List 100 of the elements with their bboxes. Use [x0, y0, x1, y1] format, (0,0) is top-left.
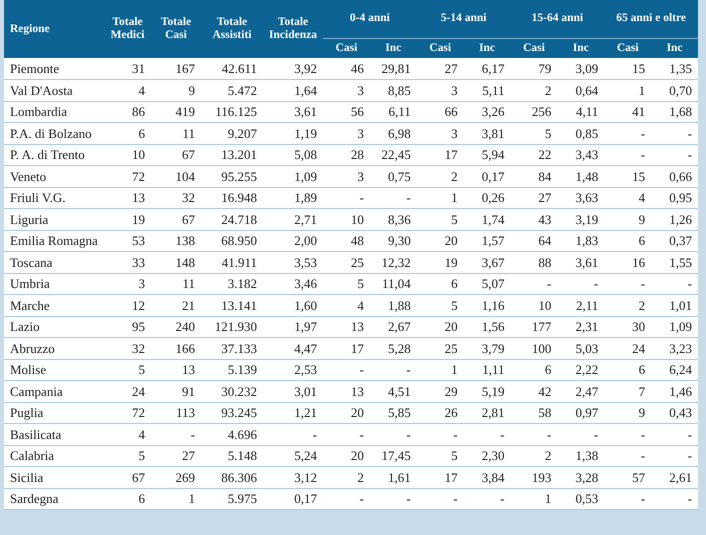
table-cell: 1,11	[464, 359, 510, 380]
table-cell: -	[464, 488, 510, 510]
table-cell: 24.718	[201, 208, 263, 230]
table-cell: 3,67	[464, 252, 510, 273]
table-cell: 32	[151, 187, 201, 208]
table-cell: 0,66	[651, 166, 698, 187]
table-cell: 3,12	[263, 466, 323, 488]
table-cell: 3	[323, 122, 370, 144]
table-cell: 66	[416, 101, 464, 122]
table-cell: 1,56	[464, 316, 510, 338]
table-cell: 10	[510, 294, 558, 316]
region-cell: Val D'Aosta	[4, 80, 104, 101]
table-cell: -	[510, 424, 558, 445]
table-cell: 9	[604, 208, 652, 230]
table-cell: 93.245	[201, 402, 263, 424]
table-cell: 5,24	[263, 445, 323, 466]
table-cell: 3,61	[557, 252, 604, 273]
table-cell: 3,84	[464, 466, 510, 488]
table-cell: 1,89	[263, 187, 323, 208]
table-cell: 10	[104, 144, 151, 166]
table-cell: 6,24	[651, 359, 698, 380]
table-cell: 240	[151, 316, 201, 338]
table-cell: 53	[104, 230, 151, 252]
table-cell: -	[651, 424, 698, 445]
table-cell: 1	[604, 80, 652, 101]
table-cell: 3.182	[201, 273, 263, 294]
region-cell: Campania	[4, 380, 104, 402]
table-cell: 1,48	[557, 166, 604, 187]
table-cell: 22,45	[370, 144, 417, 166]
table-cell: 25	[416, 338, 464, 359]
table-cell: 20	[323, 445, 370, 466]
table-cell: 17	[323, 338, 370, 359]
table-cell: 3	[323, 80, 370, 101]
table-cell: 1,61	[370, 466, 417, 488]
table-cell: 148	[151, 252, 201, 273]
table-cell: 0,95	[651, 187, 698, 208]
table-cell: 2,71	[263, 208, 323, 230]
table-cell: 20	[416, 230, 464, 252]
table-cell: -	[370, 359, 417, 380]
table-cell: 13	[151, 359, 201, 380]
table-cell: 95.255	[201, 166, 263, 187]
region-cell: Molise	[4, 359, 104, 380]
table-cell: 2,30	[464, 445, 510, 466]
table-cell: 1,09	[651, 316, 698, 338]
table-cell: 3	[104, 273, 151, 294]
table-cell: 5,08	[263, 144, 323, 166]
table-cell: 11	[151, 122, 201, 144]
region-cell: Toscana	[4, 252, 104, 273]
table-cell: 419	[151, 101, 201, 122]
column-header: Inc	[557, 38, 604, 58]
column-header: Inc	[370, 38, 417, 58]
table-cell: -	[323, 424, 370, 445]
region-cell: Basilicata	[4, 424, 104, 445]
table-cell: 1	[151, 488, 201, 510]
table-cell: -	[651, 273, 698, 294]
table-cell: 0,70	[651, 80, 698, 101]
table-cell: 64	[510, 230, 558, 252]
table-cell: 86.306	[201, 466, 263, 488]
table-cell: -	[651, 488, 698, 510]
table-cell: 3,23	[651, 338, 698, 359]
table-cell: 5,03	[557, 338, 604, 359]
column-group-header: 65 anni e oltre	[604, 0, 698, 38]
table-cell: 2	[416, 166, 464, 187]
region-cell: Piemonte	[4, 58, 104, 80]
table-cell: 91	[151, 380, 201, 402]
table-cell: 3,43	[557, 144, 604, 166]
table-cell: 1,97	[263, 316, 323, 338]
table-cell: 5	[104, 445, 151, 466]
table-cell: 0,85	[557, 122, 604, 144]
table-cell: 12	[104, 294, 151, 316]
table-cell: -	[604, 122, 652, 144]
table-cell: 9.207	[201, 122, 263, 144]
table-cell: 0,64	[557, 80, 604, 101]
table-cell: 5.975	[201, 488, 263, 510]
table-cell: 42.611	[201, 58, 263, 80]
table-cell: -	[416, 424, 464, 445]
table-cell: 2	[510, 445, 558, 466]
table-cell: 27	[151, 445, 201, 466]
table-cell: 22	[510, 144, 558, 166]
table-cell: 6	[604, 359, 652, 380]
table-cell: 2	[510, 80, 558, 101]
table-cell: 19	[104, 208, 151, 230]
column-header: Totale Casi	[151, 0, 201, 58]
table-cell: 1,21	[263, 402, 323, 424]
table-cell: 26	[416, 402, 464, 424]
table-cell: -	[323, 488, 370, 510]
table-cell: 4	[604, 187, 652, 208]
table-cell: 0,17	[464, 166, 510, 187]
table-cell: 5.148	[201, 445, 263, 466]
table-cell: 3,19	[557, 208, 604, 230]
table-cell: 193	[510, 466, 558, 488]
column-header: Casi	[510, 38, 558, 58]
table-cell: 33	[104, 252, 151, 273]
table-cell: 20	[416, 316, 464, 338]
column-header: Casi	[323, 38, 370, 58]
table-cell: 41	[604, 101, 652, 122]
table-cell: 56	[323, 101, 370, 122]
column-header: Totale Assistiti	[201, 0, 263, 58]
table-cell: -	[370, 424, 417, 445]
table-cell: 3,92	[263, 58, 323, 80]
